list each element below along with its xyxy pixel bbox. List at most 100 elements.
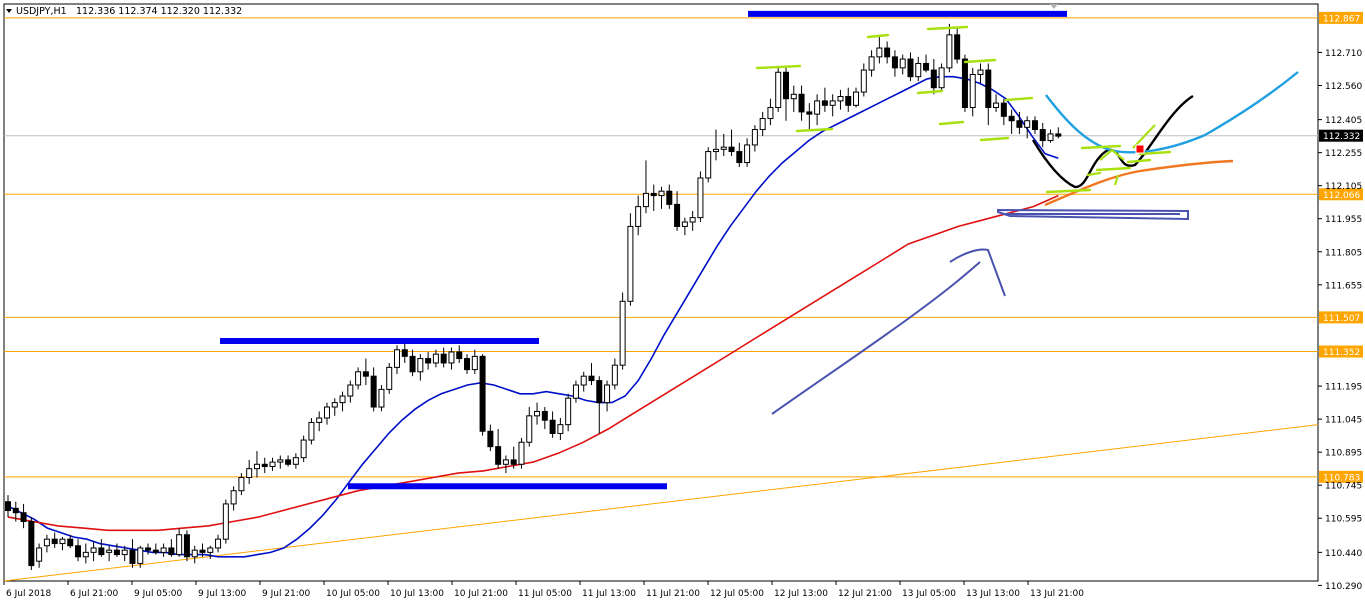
bull-candle xyxy=(471,355,478,371)
price-tick-label: 110.895 xyxy=(1325,449,1362,459)
bear-candle xyxy=(1031,120,1038,131)
bear-candle xyxy=(666,190,673,205)
bear-candle xyxy=(845,95,852,106)
time-tick-label: 9 Jul 13:00 xyxy=(198,589,247,599)
bear-candle xyxy=(588,375,595,382)
level-price-label: 112.066 xyxy=(1323,191,1360,201)
price-tick-label: 111.655 xyxy=(1325,281,1362,291)
bear-candle xyxy=(183,534,190,558)
bear-candle xyxy=(67,538,74,547)
bull-candle xyxy=(292,457,299,465)
price-tick-label: 112.105 xyxy=(1325,182,1362,192)
bull-candle xyxy=(642,192,649,208)
price-tick-label: 112.405 xyxy=(1325,116,1362,126)
time-tick-label: 13 Jul 21:00 xyxy=(1030,589,1084,599)
bull-candle xyxy=(526,415,533,443)
bear-candle xyxy=(370,375,377,408)
time-tick-label: 12 Jul 05:00 xyxy=(710,589,764,599)
price-tick-label: 111.195 xyxy=(1325,383,1362,393)
bull-candle xyxy=(106,549,113,553)
bear-candle xyxy=(487,430,494,448)
bull-candle xyxy=(744,144,751,164)
time-tick-label: 12 Jul 13:00 xyxy=(774,589,828,599)
bear-candle xyxy=(736,151,743,164)
bull-candle xyxy=(502,459,509,465)
level-price-label: 112.867 xyxy=(1323,14,1360,24)
bear-candle xyxy=(728,146,735,153)
bull-candle xyxy=(378,388,385,408)
time-tick-label: 9 Jul 21:00 xyxy=(262,589,311,599)
price-tick-label: 110.745 xyxy=(1325,482,1362,492)
bull-candle xyxy=(611,364,618,386)
bear-candle xyxy=(362,371,369,377)
bear-candle xyxy=(798,93,805,113)
bull-candle xyxy=(658,190,665,197)
bear-candle xyxy=(285,459,292,465)
bull-candle xyxy=(518,441,525,465)
bear-candle xyxy=(75,545,82,558)
chart-window: 112.867 112.066 111.507 111.352 110.783 112.7… xyxy=(0,0,1365,609)
bear-candle xyxy=(20,512,27,523)
bear-candle xyxy=(961,58,968,109)
bull-candle xyxy=(253,463,260,470)
bull-candle xyxy=(697,177,704,219)
bear-candle xyxy=(145,547,152,551)
time-tick-label: 13 Jul 13:00 xyxy=(966,589,1020,599)
bear-candle xyxy=(1039,129,1046,142)
price-tick-label: 110.595 xyxy=(1325,515,1362,525)
bear-candle xyxy=(1055,133,1062,137)
current-price-label: 112.332 xyxy=(1323,132,1360,142)
time-tick-label: 11 Jul 05:00 xyxy=(518,589,572,599)
bear-candle xyxy=(464,358,471,371)
bull-candle xyxy=(222,503,229,540)
bear-candle xyxy=(821,100,828,106)
price-tick-label: 111.955 xyxy=(1325,215,1362,225)
price-tick-label: 112.560 xyxy=(1325,82,1362,92)
bull-candle xyxy=(160,547,167,553)
bull-candle xyxy=(876,47,883,58)
bear-candle xyxy=(674,203,681,227)
quote-values: 112.336 112.374 112.320 112.332 xyxy=(76,6,242,17)
price-tick-label: 110.290 xyxy=(1325,582,1362,592)
bull-candle xyxy=(868,56,875,71)
bear-candle xyxy=(541,410,548,421)
bear-candle xyxy=(456,351,463,360)
price-tick-label: 111.045 xyxy=(1325,416,1362,426)
time-tick-label: 12 Jul 21:00 xyxy=(838,589,892,599)
chart-canvas[interactable]: 112.867112.066111.507111.352110.783112.7… xyxy=(0,0,1365,609)
bull-candle xyxy=(829,100,836,106)
bull-candle xyxy=(720,146,727,150)
time-tick-label: 9 Jul 05:00 xyxy=(134,589,183,599)
time-tick-label: 6 Jul 21:00 xyxy=(70,589,119,599)
price-tick-label: 111.805 xyxy=(1325,248,1362,258)
bull-candle xyxy=(59,538,66,545)
bull-candle xyxy=(121,549,128,556)
bull-candle xyxy=(246,468,253,478)
level-price-label: 111.507 xyxy=(1323,314,1360,324)
chart-header: USDJPY,H1 112.336 112.374 112.320 112.33… xyxy=(6,6,242,17)
bull-candle xyxy=(1047,133,1054,142)
bear-candle xyxy=(930,69,937,89)
bull-candle xyxy=(946,34,953,69)
bear-candle xyxy=(510,459,517,465)
time-axis[interactable]: 6 Jul 2018 6 Jul 21:00 9 Jul 05:00 9 Jul 13… xyxy=(3,581,1084,599)
bull-candle xyxy=(572,384,579,399)
bear-candle xyxy=(596,380,603,404)
bull-candle xyxy=(90,547,97,553)
bull-candle xyxy=(938,67,945,89)
bull-candle xyxy=(316,417,323,423)
bear-candle xyxy=(923,62,930,71)
price-axis[interactable]: 112.867112.066111.507111.352110.783112.7… xyxy=(1318,11,1363,592)
bull-candle xyxy=(977,69,984,75)
bear-candle xyxy=(98,547,105,556)
bull-candle xyxy=(969,73,976,109)
bear-candle xyxy=(129,549,136,564)
bull-candle xyxy=(277,459,284,463)
time-tick-label: 13 Jul 05:00 xyxy=(902,589,956,599)
bull-candle xyxy=(565,397,572,426)
bull-candle xyxy=(191,549,198,558)
bull-candle xyxy=(1024,120,1031,128)
bull-candle xyxy=(635,206,642,227)
bull-candle xyxy=(331,402,338,408)
bull-candle xyxy=(557,424,564,434)
